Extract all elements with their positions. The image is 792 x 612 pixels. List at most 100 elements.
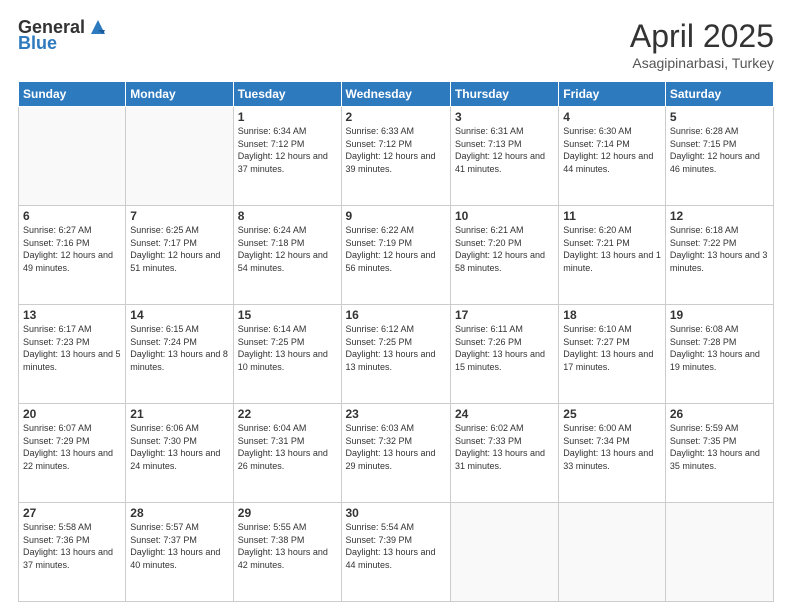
calendar-cell-w4-d7: 26Sunrise: 5:59 AM Sunset: 7:35 PM Dayli… <box>665 404 773 503</box>
calendar-cell-w2-d7: 12Sunrise: 6:18 AM Sunset: 7:22 PM Dayli… <box>665 206 773 305</box>
calendar-cell-w3-d4: 16Sunrise: 6:12 AM Sunset: 7:25 PM Dayli… <box>341 305 450 404</box>
calendar-cell-w5-d3: 29Sunrise: 5:55 AM Sunset: 7:38 PM Dayli… <box>233 503 341 602</box>
calendar-cell-w3-d6: 18Sunrise: 6:10 AM Sunset: 7:27 PM Dayli… <box>559 305 666 404</box>
day-detail: Sunrise: 6:30 AM Sunset: 7:14 PM Dayligh… <box>563 125 661 175</box>
day-detail: Sunrise: 6:20 AM Sunset: 7:21 PM Dayligh… <box>563 224 661 274</box>
day-detail: Sunrise: 6:06 AM Sunset: 7:30 PM Dayligh… <box>130 422 228 472</box>
calendar-week-4: 20Sunrise: 6:07 AM Sunset: 7:29 PM Dayli… <box>19 404 774 503</box>
day-detail: Sunrise: 6:25 AM Sunset: 7:17 PM Dayligh… <box>130 224 228 274</box>
calendar-cell-w5-d6 <box>559 503 666 602</box>
day-detail: Sunrise: 6:31 AM Sunset: 7:13 PM Dayligh… <box>455 125 554 175</box>
day-detail: Sunrise: 6:28 AM Sunset: 7:15 PM Dayligh… <box>670 125 769 175</box>
day-number: 2 <box>346 110 446 124</box>
calendar-header-row: Sunday Monday Tuesday Wednesday Thursday… <box>19 82 774 107</box>
calendar-cell-w3-d3: 15Sunrise: 6:14 AM Sunset: 7:25 PM Dayli… <box>233 305 341 404</box>
calendar-week-5: 27Sunrise: 5:58 AM Sunset: 7:36 PM Dayli… <box>19 503 774 602</box>
day-number: 27 <box>23 506 121 520</box>
calendar-cell-w3-d5: 17Sunrise: 6:11 AM Sunset: 7:26 PM Dayli… <box>450 305 558 404</box>
day-detail: Sunrise: 5:54 AM Sunset: 7:39 PM Dayligh… <box>346 521 446 571</box>
calendar-cell-w4-d2: 21Sunrise: 6:06 AM Sunset: 7:30 PM Dayli… <box>126 404 233 503</box>
calendar-cell-w1-d1 <box>19 107 126 206</box>
calendar-cell-w2-d5: 10Sunrise: 6:21 AM Sunset: 7:20 PM Dayli… <box>450 206 558 305</box>
calendar-cell-w3-d7: 19Sunrise: 6:08 AM Sunset: 7:28 PM Dayli… <box>665 305 773 404</box>
calendar-title: April 2025 <box>630 18 774 55</box>
calendar-week-3: 13Sunrise: 6:17 AM Sunset: 7:23 PM Dayli… <box>19 305 774 404</box>
day-detail: Sunrise: 6:10 AM Sunset: 7:27 PM Dayligh… <box>563 323 661 373</box>
day-number: 20 <box>23 407 121 421</box>
day-number: 22 <box>238 407 337 421</box>
day-number: 15 <box>238 308 337 322</box>
header: General Blue April 2025 Asagipinarbasi, … <box>18 18 774 71</box>
day-detail: Sunrise: 6:07 AM Sunset: 7:29 PM Dayligh… <box>23 422 121 472</box>
day-detail: Sunrise: 6:14 AM Sunset: 7:25 PM Dayligh… <box>238 323 337 373</box>
day-number: 26 <box>670 407 769 421</box>
col-monday: Monday <box>126 82 233 107</box>
calendar-cell-w4-d4: 23Sunrise: 6:03 AM Sunset: 7:32 PM Dayli… <box>341 404 450 503</box>
day-detail: Sunrise: 6:03 AM Sunset: 7:32 PM Dayligh… <box>346 422 446 472</box>
day-detail: Sunrise: 6:34 AM Sunset: 7:12 PM Dayligh… <box>238 125 337 175</box>
day-detail: Sunrise: 6:24 AM Sunset: 7:18 PM Dayligh… <box>238 224 337 274</box>
day-number: 7 <box>130 209 228 223</box>
calendar-cell-w5-d1: 27Sunrise: 5:58 AM Sunset: 7:36 PM Dayli… <box>19 503 126 602</box>
calendar-cell-w5-d2: 28Sunrise: 5:57 AM Sunset: 7:37 PM Dayli… <box>126 503 233 602</box>
day-detail: Sunrise: 6:27 AM Sunset: 7:16 PM Dayligh… <box>23 224 121 274</box>
day-number: 18 <box>563 308 661 322</box>
day-detail: Sunrise: 6:22 AM Sunset: 7:19 PM Dayligh… <box>346 224 446 274</box>
calendar-cell-w1-d7: 5Sunrise: 6:28 AM Sunset: 7:15 PM Daylig… <box>665 107 773 206</box>
calendar-cell-w1-d5: 3Sunrise: 6:31 AM Sunset: 7:13 PM Daylig… <box>450 107 558 206</box>
title-block: April 2025 Asagipinarbasi, Turkey <box>630 18 774 71</box>
day-detail: Sunrise: 5:58 AM Sunset: 7:36 PM Dayligh… <box>23 521 121 571</box>
day-detail: Sunrise: 6:21 AM Sunset: 7:20 PM Dayligh… <box>455 224 554 274</box>
calendar-cell-w2-d3: 8Sunrise: 6:24 AM Sunset: 7:18 PM Daylig… <box>233 206 341 305</box>
day-number: 29 <box>238 506 337 520</box>
calendar-cell-w2-d4: 9Sunrise: 6:22 AM Sunset: 7:19 PM Daylig… <box>341 206 450 305</box>
day-number: 10 <box>455 209 554 223</box>
logo: General Blue <box>18 18 109 54</box>
logo-blue: Blue <box>18 34 57 54</box>
calendar-cell-w5-d4: 30Sunrise: 5:54 AM Sunset: 7:39 PM Dayli… <box>341 503 450 602</box>
col-thursday: Thursday <box>450 82 558 107</box>
day-number: 11 <box>563 209 661 223</box>
day-detail: Sunrise: 5:55 AM Sunset: 7:38 PM Dayligh… <box>238 521 337 571</box>
calendar-cell-w2-d1: 6Sunrise: 6:27 AM Sunset: 7:16 PM Daylig… <box>19 206 126 305</box>
day-number: 17 <box>455 308 554 322</box>
day-number: 3 <box>455 110 554 124</box>
day-number: 28 <box>130 506 228 520</box>
day-detail: Sunrise: 6:02 AM Sunset: 7:33 PM Dayligh… <box>455 422 554 472</box>
calendar-cell-w1-d2 <box>126 107 233 206</box>
calendar-cell-w5-d5 <box>450 503 558 602</box>
day-number: 8 <box>238 209 337 223</box>
day-detail: Sunrise: 6:11 AM Sunset: 7:26 PM Dayligh… <box>455 323 554 373</box>
day-detail: Sunrise: 6:18 AM Sunset: 7:22 PM Dayligh… <box>670 224 769 274</box>
day-number: 30 <box>346 506 446 520</box>
day-detail: Sunrise: 6:15 AM Sunset: 7:24 PM Dayligh… <box>130 323 228 373</box>
col-tuesday: Tuesday <box>233 82 341 107</box>
calendar-subtitle: Asagipinarbasi, Turkey <box>630 55 774 71</box>
day-number: 13 <box>23 308 121 322</box>
calendar-cell-w1-d3: 1Sunrise: 6:34 AM Sunset: 7:12 PM Daylig… <box>233 107 341 206</box>
calendar-week-1: 1Sunrise: 6:34 AM Sunset: 7:12 PM Daylig… <box>19 107 774 206</box>
calendar-table: Sunday Monday Tuesday Wednesday Thursday… <box>18 81 774 602</box>
day-number: 25 <box>563 407 661 421</box>
logo-icon <box>87 16 109 38</box>
calendar-cell-w2-d2: 7Sunrise: 6:25 AM Sunset: 7:17 PM Daylig… <box>126 206 233 305</box>
calendar-cell-w4-d5: 24Sunrise: 6:02 AM Sunset: 7:33 PM Dayli… <box>450 404 558 503</box>
col-sunday: Sunday <box>19 82 126 107</box>
col-wednesday: Wednesday <box>341 82 450 107</box>
calendar-cell-w1-d4: 2Sunrise: 6:33 AM Sunset: 7:12 PM Daylig… <box>341 107 450 206</box>
day-detail: Sunrise: 6:08 AM Sunset: 7:28 PM Dayligh… <box>670 323 769 373</box>
calendar-cell-w4-d6: 25Sunrise: 6:00 AM Sunset: 7:34 PM Dayli… <box>559 404 666 503</box>
calendar-cell-w3-d2: 14Sunrise: 6:15 AM Sunset: 7:24 PM Dayli… <box>126 305 233 404</box>
calendar-cell-w5-d7 <box>665 503 773 602</box>
day-number: 16 <box>346 308 446 322</box>
day-number: 1 <box>238 110 337 124</box>
day-detail: Sunrise: 6:00 AM Sunset: 7:34 PM Dayligh… <box>563 422 661 472</box>
day-number: 24 <box>455 407 554 421</box>
calendar-cell-w3-d1: 13Sunrise: 6:17 AM Sunset: 7:23 PM Dayli… <box>19 305 126 404</box>
day-number: 21 <box>130 407 228 421</box>
day-number: 6 <box>23 209 121 223</box>
page: General Blue April 2025 Asagipinarbasi, … <box>0 0 792 612</box>
col-saturday: Saturday <box>665 82 773 107</box>
day-number: 9 <box>346 209 446 223</box>
day-number: 12 <box>670 209 769 223</box>
